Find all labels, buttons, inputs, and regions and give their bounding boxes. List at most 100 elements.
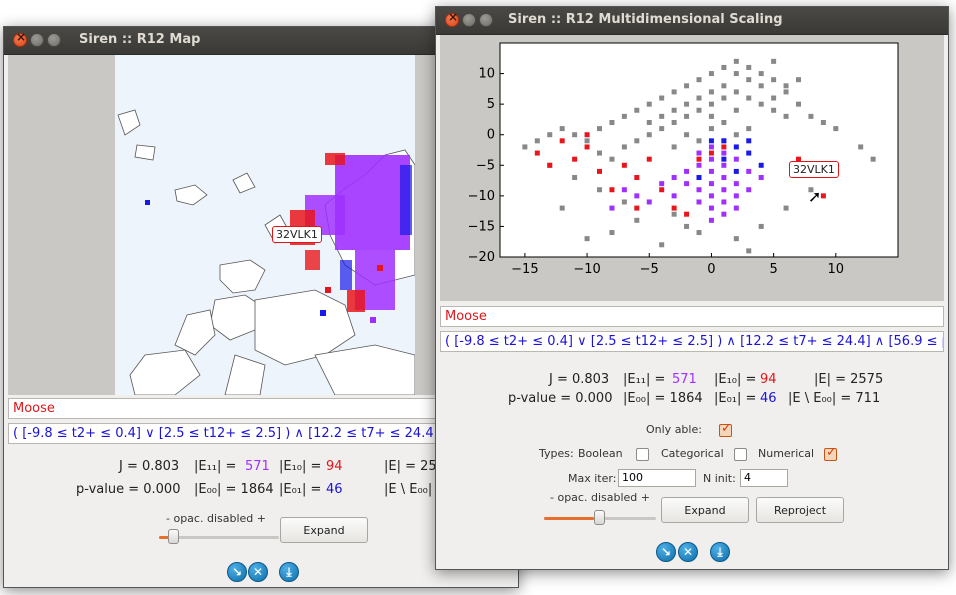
scatter-point[interactable] xyxy=(559,205,565,211)
scatter-point[interactable] xyxy=(758,175,764,181)
scatter-point[interactable] xyxy=(870,156,876,162)
scatter-point[interactable] xyxy=(708,205,714,211)
scatter-point[interactable] xyxy=(696,138,702,144)
max-iter-input[interactable]: 100 xyxy=(618,469,696,487)
scatter-point[interactable] xyxy=(609,205,615,211)
scatter-point[interactable] xyxy=(597,126,602,132)
scatter-point[interactable] xyxy=(721,199,727,205)
opacity-slider[interactable] xyxy=(159,529,279,545)
scatter-point[interactable] xyxy=(621,187,627,193)
categorical-checkbox[interactable] xyxy=(734,448,747,461)
scatter-point[interactable] xyxy=(597,168,602,174)
scatter-point[interactable] xyxy=(522,144,528,150)
scatter-point[interactable] xyxy=(771,107,777,113)
scatter-point[interactable] xyxy=(708,193,714,199)
scatter-point[interactable] xyxy=(621,162,627,168)
scatter-point[interactable] xyxy=(671,107,677,113)
close-query-icon[interactable]: ✕ xyxy=(678,542,698,562)
boolean-checkbox[interactable] xyxy=(636,448,649,461)
scatter-point[interactable] xyxy=(684,83,690,89)
scatter-point[interactable] xyxy=(584,132,590,138)
scatter-point[interactable] xyxy=(659,242,665,248)
scatter-point[interactable] xyxy=(721,175,727,181)
scatter-point[interactable] xyxy=(721,119,727,125)
scatter-point[interactable] xyxy=(547,132,553,138)
scatter-point[interactable] xyxy=(646,132,652,138)
scatter-point[interactable] xyxy=(684,101,690,107)
scatter-point[interactable] xyxy=(671,89,677,95)
scatter-point[interactable] xyxy=(721,156,727,162)
scatter-point[interactable] xyxy=(721,150,727,156)
scatter-point[interactable] xyxy=(708,217,714,223)
scatter-point[interactable] xyxy=(733,71,739,77)
scatter-point[interactable] xyxy=(659,113,665,119)
mds-window-titlebar[interactable]: Siren :: R12 Multidimensional Scaling xyxy=(436,7,948,35)
scatter-point[interactable] xyxy=(758,101,764,107)
scatter-point[interactable] xyxy=(833,126,839,132)
scatter-point[interactable] xyxy=(659,95,665,101)
scatter-point[interactable] xyxy=(684,211,690,217)
opacity-slider-knob[interactable] xyxy=(168,529,179,544)
scatter-point[interactable] xyxy=(534,150,540,156)
scatter-point[interactable] xyxy=(733,168,739,174)
scatter-point[interactable] xyxy=(746,95,752,101)
scatter-point[interactable] xyxy=(609,156,615,162)
minimize-window-icon[interactable] xyxy=(462,13,476,27)
expand-button[interactable]: Expand xyxy=(661,497,749,523)
scatter-point[interactable] xyxy=(771,58,777,64)
scatter-point[interactable] xyxy=(733,132,739,138)
scatter-point[interactable] xyxy=(634,107,640,113)
scatter-point[interactable] xyxy=(646,156,652,162)
scatter-point[interactable] xyxy=(572,132,578,138)
scatter-point[interactable] xyxy=(746,248,752,254)
navigate-icon[interactable]: ↘ xyxy=(656,542,676,562)
numerical-checkbox[interactable] xyxy=(824,445,837,461)
scatter-point[interactable] xyxy=(671,193,677,199)
scatter-point[interactable] xyxy=(646,199,652,205)
close-window-icon[interactable] xyxy=(13,30,27,47)
scatter-point[interactable] xyxy=(796,77,801,83)
scatter-point[interactable] xyxy=(708,89,714,95)
scatter-point[interactable] xyxy=(820,119,826,125)
scatter-point[interactable] xyxy=(634,138,640,144)
scatter-point[interactable] xyxy=(758,162,764,168)
scatter-point[interactable] xyxy=(547,162,553,168)
navigate-icon[interactable]: ↘ xyxy=(227,562,247,582)
scatter-point[interactable] xyxy=(684,132,690,138)
scatter-point[interactable] xyxy=(708,144,714,150)
scatter-point[interactable] xyxy=(659,181,665,187)
scatter-point[interactable] xyxy=(771,95,777,101)
scatter-point[interactable] xyxy=(696,77,702,83)
scatter-point[interactable] xyxy=(572,156,578,162)
scatter-point[interactable] xyxy=(708,156,714,162)
scatter-point[interactable] xyxy=(634,205,640,211)
scatter-point[interactable] xyxy=(646,101,652,107)
scatter-point[interactable] xyxy=(721,83,727,89)
scatter-point[interactable] xyxy=(597,187,602,193)
scatter-point[interactable] xyxy=(534,138,540,144)
scatter-point[interactable] xyxy=(758,83,764,89)
scatter-point[interactable] xyxy=(584,138,590,144)
scatter-point[interactable] xyxy=(746,64,752,70)
plot-area[interactable] xyxy=(499,42,899,258)
scatter-point[interactable] xyxy=(746,168,752,174)
scatter-point[interactable] xyxy=(684,223,690,229)
download-icon[interactable]: ⤓ xyxy=(710,542,730,562)
scatter-point[interactable] xyxy=(684,181,690,187)
scatter-point[interactable] xyxy=(733,205,739,211)
scatter-point[interactable] xyxy=(733,58,739,64)
scatter-point[interactable] xyxy=(584,144,590,150)
scatter-point[interactable] xyxy=(696,162,702,168)
scatter-point[interactable] xyxy=(708,101,714,107)
scatter-point[interactable] xyxy=(746,126,752,132)
scatter-point[interactable] xyxy=(671,211,677,217)
scatter-point[interactable] xyxy=(708,113,714,119)
close-query-icon[interactable]: ✕ xyxy=(248,562,268,582)
scatter-point[interactable] xyxy=(696,107,702,113)
scatter-point[interactable] xyxy=(733,144,739,150)
scatter-point[interactable] xyxy=(721,144,727,150)
scatter-point[interactable] xyxy=(671,175,677,181)
scatter-point[interactable] xyxy=(696,150,702,156)
scatter-point[interactable] xyxy=(684,168,690,174)
scatter-point[interactable] xyxy=(733,89,739,95)
